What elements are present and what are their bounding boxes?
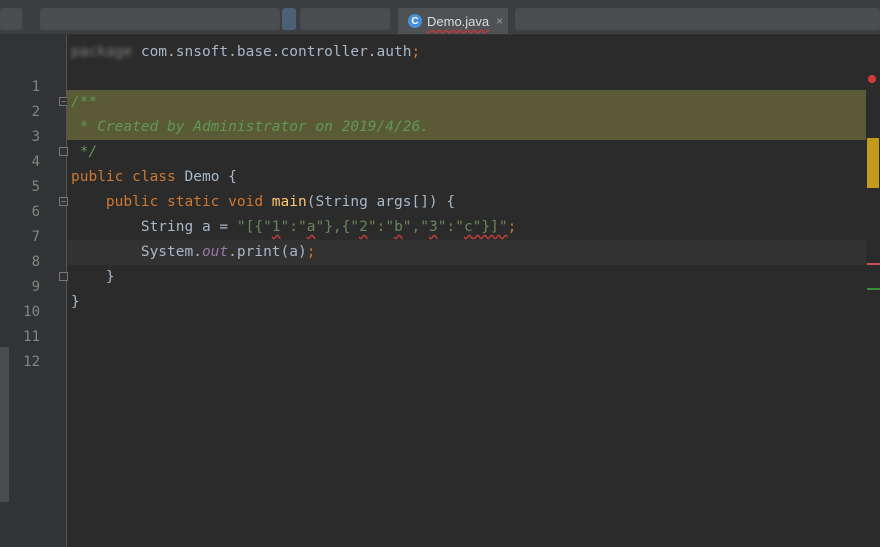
code-token: /** [71,94,98,110]
code-token: package [71,44,133,60]
line-number: 8 [31,254,40,270]
line-number: 9 [31,279,40,295]
line-number: 5 [31,179,40,195]
line-number: 10 [23,304,40,320]
code-token: } [71,294,80,310]
code-text: */ [71,140,97,165]
code-line[interactable]: public class Demo { [67,165,866,190]
code-line[interactable]: package com.snsoft.base.controller.auth; [67,40,866,65]
line-number: 6 [31,204,40,220]
code-token: */ [71,144,98,160]
code-token: Demo { [184,169,237,185]
tab-demo-java[interactable]: C Demo.java × [398,8,508,34]
code-token: 1 [271,219,281,235]
line-number: 12 [23,354,40,370]
code-token: ; [507,219,517,235]
line-number: 3 [31,129,40,145]
code-token: "," [402,219,429,235]
code-text: public class Demo { [71,165,237,190]
code-text: /** [71,90,97,115]
code-text: System.out.print(a); [71,240,316,265]
code-editor[interactable]: package com.snsoft.base.controller.auth;… [67,35,866,547]
line-number: 2 [31,104,40,120]
code-text: String a = "[{"1":"a"},{"2":"b","3":"c"}… [71,215,517,240]
code-token: main [271,194,307,210]
code-token: ; [411,44,421,60]
blurred-region [282,8,296,30]
code-token: "}]" [472,219,508,235]
code-token: ":" [367,219,395,235]
code-token: "},{" [315,219,360,235]
code-text: public static void main(String args[]) { [71,190,455,215]
line-number: 11 [23,329,40,345]
editor-scrollbar[interactable] [866,35,880,547]
code-token: public class [71,169,185,185]
code-token: ; [306,244,316,260]
code-line[interactable]: public static void main(String args[]) { [67,190,866,215]
code-line[interactable] [67,65,866,90]
code-line[interactable]: */ [67,140,866,165]
code-token: b [394,219,403,235]
code-token: * Created by Administrator on 2019/4/26. [71,119,429,135]
line-number: 7 [31,229,40,245]
code-token: } [71,269,115,285]
editor-tab-bar: C Demo.java × [0,0,880,35]
close-icon[interactable]: × [496,14,503,28]
tab-label: Demo.java [427,13,490,29]
change-marker[interactable] [867,288,880,290]
code-token: String a = [71,219,237,235]
code-line[interactable]: } [67,265,866,290]
class-icon: C [408,14,422,28]
code-token: 3 [429,219,438,235]
error-stripe-icon[interactable] [868,75,876,83]
blurred-region [0,8,22,30]
code-token: com.snsoft.base.controller.auth [132,44,412,60]
code-token: c [463,219,473,235]
code-token: ":" [437,219,464,235]
code-token: System. [71,244,202,260]
code-line[interactable]: /** [67,90,866,115]
error-marker[interactable] [867,263,880,265]
code-token: out [201,244,229,260]
line-number-gutter[interactable]: 1 2 3 4 5 6 7 8 9 10 11 12 − − [0,35,68,547]
code-token: public static void [71,194,272,210]
code-token: "[{" [236,219,272,235]
line-number: 4 [31,154,40,170]
code-token: (String args[]) { [306,194,456,210]
code-text: } [71,265,115,290]
code-text: * Created by Administrator on 2019/4/26. [71,115,429,140]
blurred-region [300,8,390,30]
highlight-marker[interactable] [867,138,879,188]
code-line[interactable]: } [67,290,866,315]
code-line[interactable] [67,315,866,340]
code-text: } [71,290,80,315]
code-text: package com.snsoft.base.controller.auth; [71,40,420,65]
code-line[interactable]: * Created by Administrator on 2019/4/26. [67,115,866,140]
code-line[interactable]: String a = "[{"1":"a"},{"2":"b","3":"c"}… [67,215,866,240]
blurred-region [515,8,880,30]
blurred-region [40,8,280,30]
code-token: ":" [280,219,307,235]
code-token: .print(a) [228,244,307,260]
code-token: 2 [359,219,368,235]
line-number: 1 [31,79,40,95]
code-line[interactable]: System.out.print(a); [67,240,866,265]
